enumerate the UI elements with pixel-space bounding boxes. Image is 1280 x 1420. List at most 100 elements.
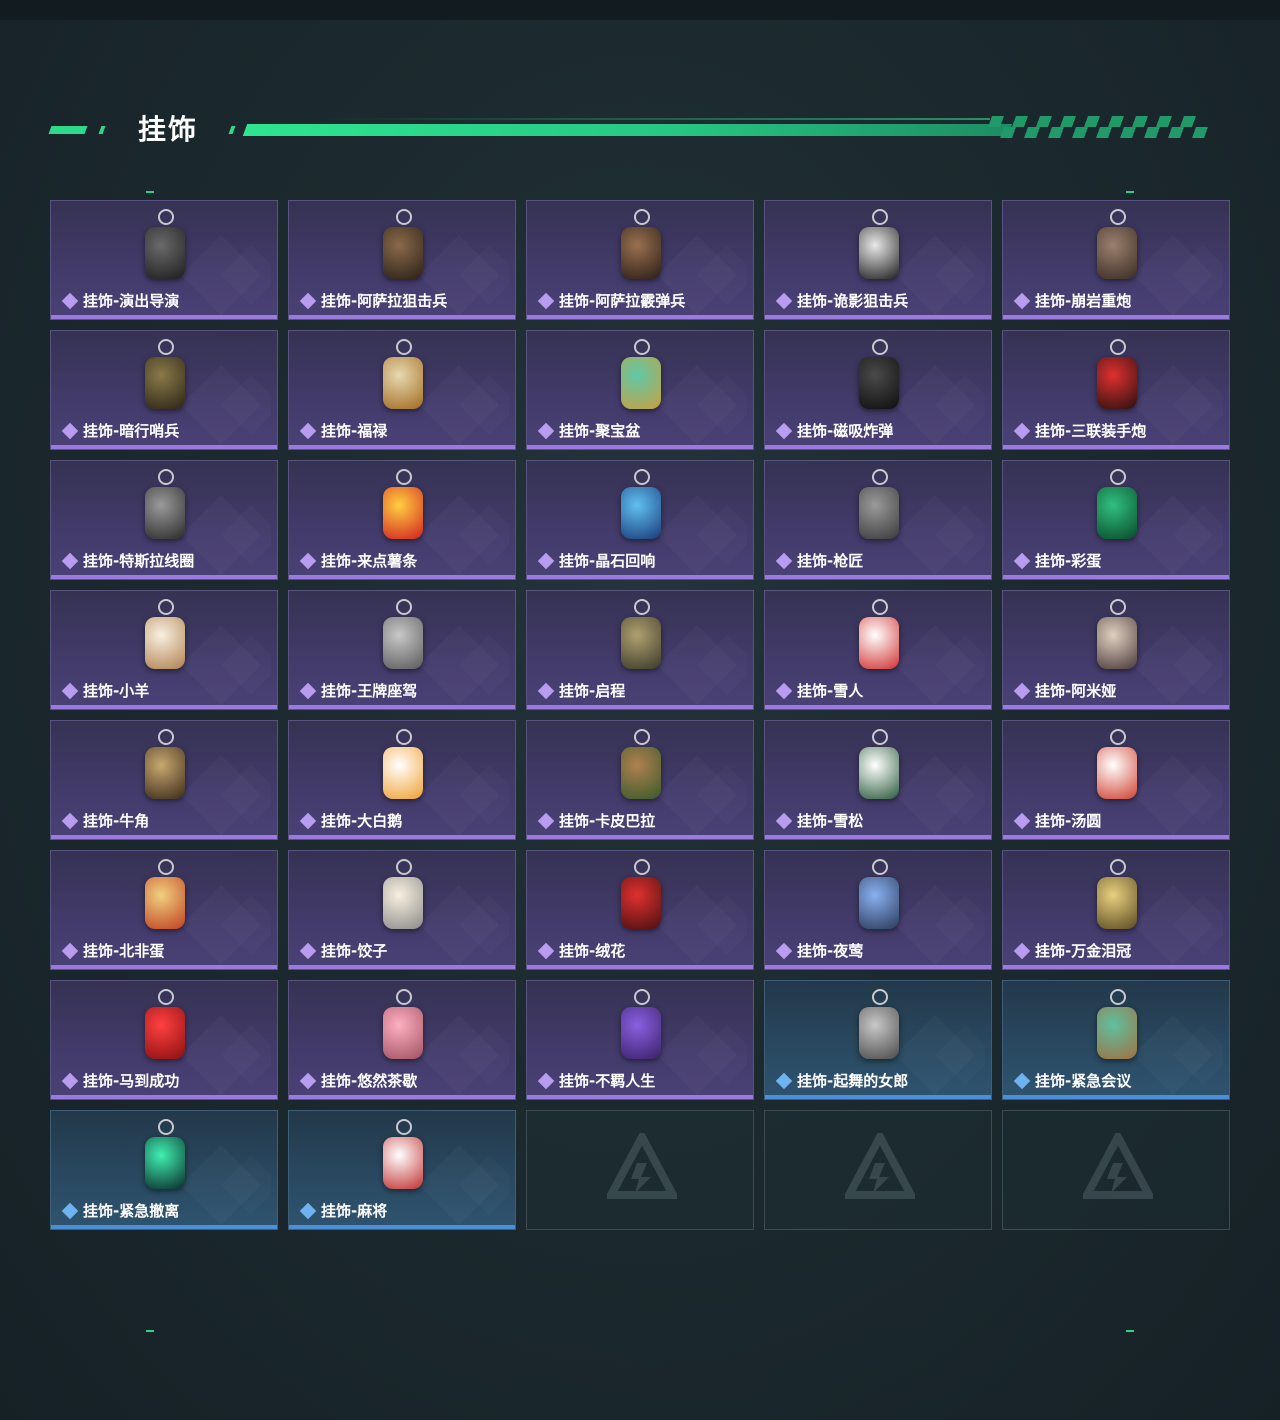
charm-label: 挂饰-三联装手炮: [1013, 420, 1147, 441]
charm-card[interactable]: 挂饰-彩蛋: [1002, 460, 1230, 580]
card-bg-pattern: [409, 755, 509, 835]
charm-card[interactable]: 挂饰-暗行哨兵: [50, 330, 278, 450]
fries-charm-icon: [383, 487, 423, 539]
easter-egg-charm-icon: [1097, 487, 1137, 539]
rarity-bar: [289, 835, 515, 839]
card-bg-pattern: [409, 495, 509, 575]
charm-card[interactable]: 挂饰-聚宝盆: [526, 330, 754, 450]
keyring-icon: [872, 859, 888, 875]
charm-card[interactable]: 挂饰-雪人: [764, 590, 992, 710]
charm-card[interactable]: 挂饰-特斯拉线圈: [50, 460, 278, 580]
rarity-gem-icon: [299, 552, 317, 569]
rarity-bar: [51, 315, 277, 319]
charm-card[interactable]: 挂饰-卡皮巴拉: [526, 720, 754, 840]
charm-card[interactable]: 挂饰-三联装手炮: [1002, 330, 1230, 450]
charm-name: 挂饰-汤圆: [1035, 812, 1102, 830]
magnetic-bomb-charm-icon: [859, 357, 899, 409]
header-stripe: [98, 126, 106, 134]
charm-card[interactable]: 挂饰-汤圆: [1002, 720, 1230, 840]
charm-card[interactable]: 挂饰-演出导演: [50, 200, 278, 320]
charm-card[interactable]: 挂饰-王牌座驾: [288, 590, 516, 710]
rarity-bar: [765, 965, 991, 969]
keyring-icon: [1110, 729, 1126, 745]
rarity-bar: [51, 1225, 277, 1229]
charm-card[interactable]: 挂饰-紧急撤离: [50, 1110, 278, 1230]
rarity-bar: [51, 965, 277, 969]
charm-card[interactable]: 挂饰-夜莺: [764, 850, 992, 970]
rarity-bar: [51, 705, 277, 709]
rarity-gem-icon: [1013, 292, 1031, 309]
header-accent-bar: [242, 124, 1013, 136]
frame-corner-mark: [146, 191, 154, 193]
charm-card[interactable]: 挂饰-阿萨拉霰弹兵: [526, 200, 754, 320]
charm-name: 挂饰-聚宝盆: [559, 422, 641, 440]
charm-card[interactable]: 挂饰-不羁人生: [526, 980, 754, 1100]
charm-card[interactable]: 挂饰-饺子: [288, 850, 516, 970]
charm-card[interactable]: 挂饰-晶石回响: [526, 460, 754, 580]
charm-card[interactable]: 挂饰-小羊: [50, 590, 278, 710]
rarity-gem-icon: [775, 422, 793, 439]
rarity-bar: [289, 445, 515, 449]
charm-name: 挂饰-阿萨拉狙击兵: [321, 292, 448, 310]
charm-card[interactable]: 挂饰-万金泪冠: [1002, 850, 1230, 970]
rarity-gem-icon: [61, 552, 79, 569]
charm-card[interactable]: 挂饰-绒花: [526, 850, 754, 970]
charm-label: 挂饰-不羁人生: [537, 1070, 656, 1091]
top-band: [0, 0, 1280, 20]
charm-name: 挂饰-紧急撤离: [83, 1202, 180, 1220]
card-bg-pattern: [885, 885, 985, 965]
charm-card[interactable]: 挂饰-来点薯条: [288, 460, 516, 580]
rice-ball-soup-charm-icon: [1097, 747, 1137, 799]
charm-label: 挂饰-雪人: [775, 680, 863, 701]
charm-card[interactable]: 挂饰-起舞的女郎: [764, 980, 992, 1100]
rarity-bar: [527, 315, 753, 319]
charm-card[interactable]: 挂饰-马到成功: [50, 980, 278, 1100]
charm-card[interactable]: 挂饰-磁吸炸弹: [764, 330, 992, 450]
golden-crown-charm-icon: [1097, 877, 1137, 929]
charm-card[interactable]: 挂饰-福禄: [288, 330, 516, 450]
charm-card[interactable]: 挂饰-悠然茶歇: [288, 980, 516, 1100]
keyring-icon: [872, 469, 888, 485]
section-header: 挂饰: [48, 108, 1215, 148]
keyring-icon: [396, 989, 412, 1005]
rarity-gem-icon: [537, 552, 555, 569]
charm-card[interactable]: 挂饰-阿米娅: [1002, 590, 1230, 710]
charm-card[interactable]: 挂饰-北非蛋: [50, 850, 278, 970]
keyring-icon: [158, 469, 174, 485]
charm-card[interactable]: 挂饰-大白鹅: [288, 720, 516, 840]
charm-card[interactable]: 挂饰-阿萨拉狙击兵: [288, 200, 516, 320]
charm-card[interactable]: 挂饰-诡影狙击兵: [764, 200, 992, 320]
charm-name: 挂饰-不羁人生: [559, 1072, 656, 1090]
charm-card[interactable]: 挂饰-麻将: [288, 1110, 516, 1230]
charm-card[interactable]: 挂饰-牛角: [50, 720, 278, 840]
charm-label: 挂饰-悠然茶歇: [299, 1070, 417, 1091]
charm-label: 挂饰-启程: [537, 680, 625, 701]
rarity-bar: [51, 575, 277, 579]
keyring-icon: [396, 1119, 412, 1135]
rarity-gem-icon: [61, 1072, 79, 1089]
charm-label: 挂饰-阿萨拉狙击兵: [299, 290, 448, 311]
card-bg-pattern: [647, 365, 747, 445]
heavy-gunner-charm-icon: [1097, 227, 1137, 279]
keyring-icon: [158, 599, 174, 615]
shotgunner-figure-charm-icon: [621, 227, 661, 279]
charm-card[interactable]: 挂饰-崩岩重炮: [1002, 200, 1230, 320]
frame-corner-mark: [1126, 191, 1134, 193]
charm-name: 挂饰-三联装手炮: [1035, 422, 1147, 440]
charm-card[interactable]: 挂饰-雪松: [764, 720, 992, 840]
charm-card[interactable]: 挂饰-启程: [526, 590, 754, 710]
rarity-gem-icon: [775, 942, 793, 959]
charm-name: 挂饰-万金泪冠: [1035, 942, 1132, 960]
rarity-gem-icon: [537, 682, 555, 699]
keyring-icon: [158, 339, 174, 355]
keyring-icon: [634, 989, 650, 1005]
charm-card[interactable]: 挂饰-枪匠: [764, 460, 992, 580]
rarity-gem-icon: [537, 942, 555, 959]
rarity-gem-icon: [299, 292, 317, 309]
charm-card[interactable]: 挂饰-紧急会议: [1002, 980, 1230, 1100]
rarity-gem-icon: [1013, 942, 1031, 959]
card-bg-pattern: [171, 1145, 271, 1225]
card-bg-pattern: [171, 235, 271, 315]
rarity-gem-icon: [1013, 1072, 1031, 1089]
keyring-icon: [872, 209, 888, 225]
